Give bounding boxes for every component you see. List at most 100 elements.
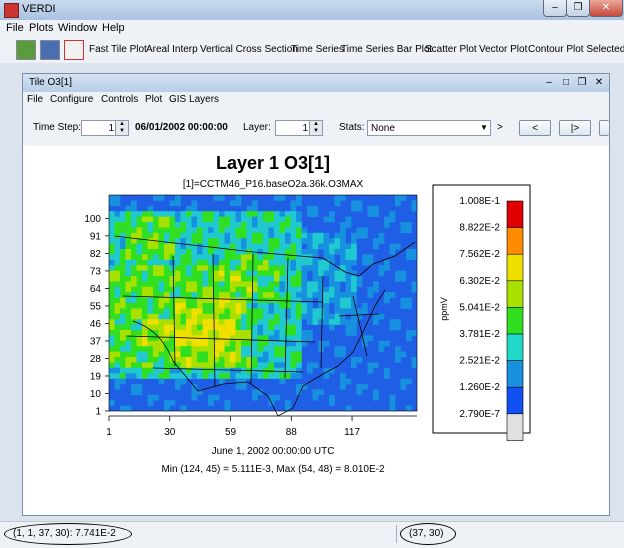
- plot-menu-plot[interactable]: Plot: [145, 94, 162, 105]
- heatmap-cell: [378, 270, 385, 277]
- plot-minimize-icon[interactable]: –: [543, 77, 555, 88]
- heatmap-cell: [323, 313, 330, 320]
- heatmap-cell: [257, 373, 264, 379]
- heatmap-cell: [153, 362, 159, 369]
- menu-help[interactable]: Help: [102, 22, 125, 34]
- heatmap-cell: [323, 319, 330, 325]
- heatmap-cell: [109, 243, 115, 250]
- spinner-arrows-icon[interactable]: ▲ ▼: [115, 121, 128, 135]
- heatmap-cell: [351, 243, 357, 250]
- heatmap-cell: [268, 254, 275, 261]
- heatmap-cell: [362, 259, 368, 266]
- heatmap-cell: [120, 216, 126, 223]
- heatmap-cell: [197, 292, 203, 298]
- plot-close-icon[interactable]: ✕: [593, 77, 605, 88]
- heatmap-cell: [351, 254, 357, 261]
- spinner-arrows-icon[interactable]: ▲ ▼: [309, 121, 322, 135]
- heatmap-cell: [186, 362, 192, 369]
- heatmap-cell: [213, 232, 220, 239]
- heatmap-cell: [142, 286, 148, 293]
- layer-spinner[interactable]: 1 ▲ ▼: [275, 120, 323, 136]
- heatmap-cell: [175, 254, 181, 261]
- heatmap-cell: [285, 227, 291, 234]
- time-series-bar-plot-button[interactable]: Time Series Bar Plot: [341, 44, 432, 55]
- heatmap-cell: [202, 276, 209, 282]
- maximize-button[interactable]: ❐: [566, 0, 590, 17]
- heatmap-cell: [252, 200, 258, 207]
- time-series-button[interactable]: Time Series: [291, 44, 344, 55]
- time-step-spinner[interactable]: 1 ▲ ▼: [81, 120, 129, 136]
- heatmap-cell: [301, 238, 308, 244]
- menu-file[interactable]: File: [6, 22, 24, 34]
- heatmap-cell: [235, 227, 242, 234]
- vertical-cross-section-button[interactable]: Vertical Cross Section: [200, 44, 298, 55]
- previous-step-button[interactable]: <: [519, 120, 551, 136]
- fast-tile-plot-button[interactable]: Fast Tile Plot: [89, 44, 147, 55]
- heatmap-cell: [268, 367, 275, 374]
- heatmap-cell: [213, 270, 220, 277]
- heatmap-cell: [153, 232, 159, 239]
- plot-menu-gis-layers[interactable]: GIS Layers: [169, 94, 219, 105]
- minimize-button[interactable]: –: [543, 0, 567, 17]
- heatmap-cell: [125, 303, 132, 309]
- heatmap-cell: [345, 276, 352, 282]
- heatmap-cell: [252, 362, 258, 369]
- heatmap-cell: [323, 367, 330, 374]
- plot-menu-configure[interactable]: Configure: [50, 94, 93, 105]
- heatmap-cell: [274, 216, 280, 223]
- menu-window[interactable]: Window: [58, 22, 97, 34]
- heatmap-cell: [109, 265, 115, 271]
- save-icon[interactable]: [40, 40, 60, 60]
- heatmap-cell: [241, 297, 247, 304]
- heatmap-cell: [296, 286, 302, 293]
- heatmap-cell: [175, 270, 181, 277]
- last-step-button[interactable]: [599, 120, 609, 136]
- heatmap-cell: [186, 238, 192, 244]
- heatmap-cell: [296, 367, 302, 374]
- heatmap-cell: [219, 286, 225, 293]
- heatmap-cell: [186, 324, 192, 331]
- heatmap-cell: [136, 249, 143, 255]
- heatmap-cell: [202, 346, 209, 352]
- plot-menu-file[interactable]: File: [27, 94, 43, 105]
- close-button[interactable]: ✕: [589, 0, 623, 17]
- fast-tile-icon[interactable]: [64, 40, 84, 60]
- next-step-button[interactable]: |>: [559, 120, 591, 136]
- tile-plot-area[interactable]: Layer 1 O3[1] [1]=CCTM46_P16.baseO2a.36k…: [23, 146, 609, 515]
- plot-maximize-icon[interactable]: □: [560, 77, 572, 88]
- open-folder-icon[interactable]: [16, 40, 36, 60]
- legend-swatch: [506, 280, 524, 308]
- heatmap-cell: [279, 249, 286, 255]
- plot-window: Tile O3[1] – □ ❐ ✕ File Configure Contro…: [22, 73, 610, 516]
- heatmap-cell: [323, 297, 330, 304]
- heatmap-cell: [202, 232, 209, 239]
- heatmap-cell: [279, 313, 286, 320]
- heatmap-cell: [125, 259, 132, 266]
- heatmap-cell: [296, 270, 302, 277]
- scatter-plot-button[interactable]: Scatter Plot: [425, 44, 477, 55]
- tile-plot-chart[interactable]: Layer 1 O3[1] [1]=CCTM46_P16.baseO2a.36k…: [23, 146, 609, 515]
- heatmap-cell: [136, 351, 143, 358]
- plot-menu-controls[interactable]: Controls: [101, 94, 138, 105]
- heatmap-cell: [153, 222, 159, 228]
- heatmap-cell: [147, 324, 154, 331]
- heatmap-cell: [125, 270, 132, 277]
- heatmap-cell: [158, 313, 165, 320]
- heatmap-cell: [323, 249, 330, 255]
- areal-interp-button[interactable]: Areal Interp: [146, 44, 198, 55]
- heatmap-cell: [224, 276, 231, 282]
- heatmap-cell: [147, 319, 154, 325]
- contour-plot-selected-button[interactable]: Contour Plot Selected: [528, 44, 624, 55]
- menu-plots[interactable]: Plots: [29, 22, 53, 34]
- heatmap-cell: [147, 238, 154, 244]
- stats-select[interactable]: None ▼: [367, 120, 491, 136]
- heatmap-cell: [356, 384, 363, 390]
- heatmap-cell: [263, 340, 269, 347]
- heatmap-cell: [164, 227, 170, 234]
- heatmap-cell: [230, 238, 236, 244]
- heatmap-cell: [329, 265, 335, 271]
- plot-restore-icon[interactable]: ❐: [576, 77, 588, 88]
- vector-plot-button[interactable]: Vector Plot: [479, 44, 527, 55]
- heatmap-cell: [334, 238, 341, 244]
- heatmap-cell: [318, 243, 324, 250]
